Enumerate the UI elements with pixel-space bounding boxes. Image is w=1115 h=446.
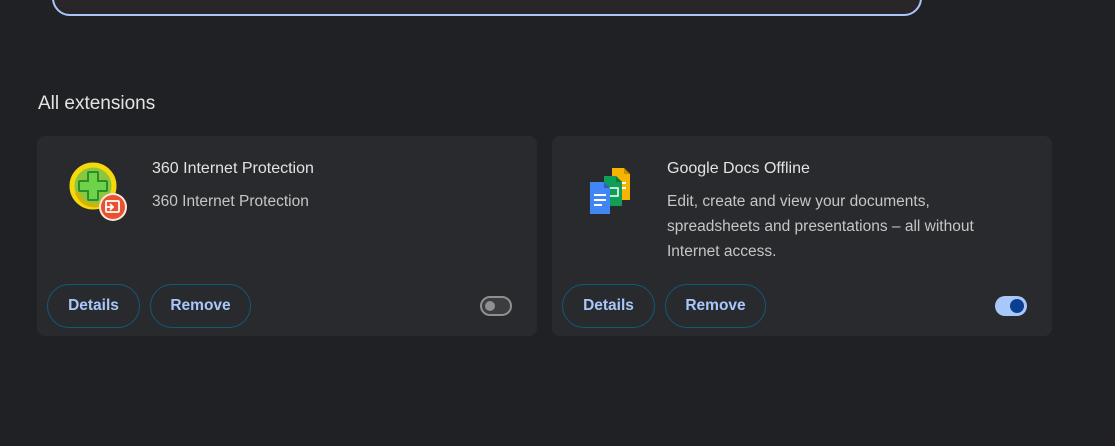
extension-description: Edit, create and view your documents, sp… <box>667 193 974 260</box>
extensions-page: All extensions 360 Internet Protection 3… <box>0 0 1115 446</box>
details-button[interactable]: Details <box>47 284 140 328</box>
remove-button[interactable]: Remove <box>150 284 251 328</box>
enable-toggle[interactable] <box>995 296 1027 316</box>
toggle-knob <box>485 301 495 311</box>
enable-toggle[interactable] <box>480 296 512 316</box>
extension-name: 360 Internet Protection <box>152 160 314 177</box>
google-docs-offline-icon <box>590 168 630 214</box>
extension-description: 360 Internet Protection <box>152 193 309 210</box>
extension-card-360-internet-protection: 360 Internet Protection 360 Internet Pro… <box>37 136 537 336</box>
remove-button[interactable]: Remove <box>665 284 766 328</box>
extension-card-google-docs-offline: Google Docs Offline Edit, create and vie… <box>552 136 1052 336</box>
toggle-knob <box>1010 299 1024 313</box>
details-button[interactable]: Details <box>562 284 655 328</box>
search-box[interactable] <box>52 0 922 16</box>
extension-name: Google Docs Offline <box>667 160 810 177</box>
360-internet-protection-icon <box>69 162 127 221</box>
section-title: All extensions <box>38 93 156 114</box>
